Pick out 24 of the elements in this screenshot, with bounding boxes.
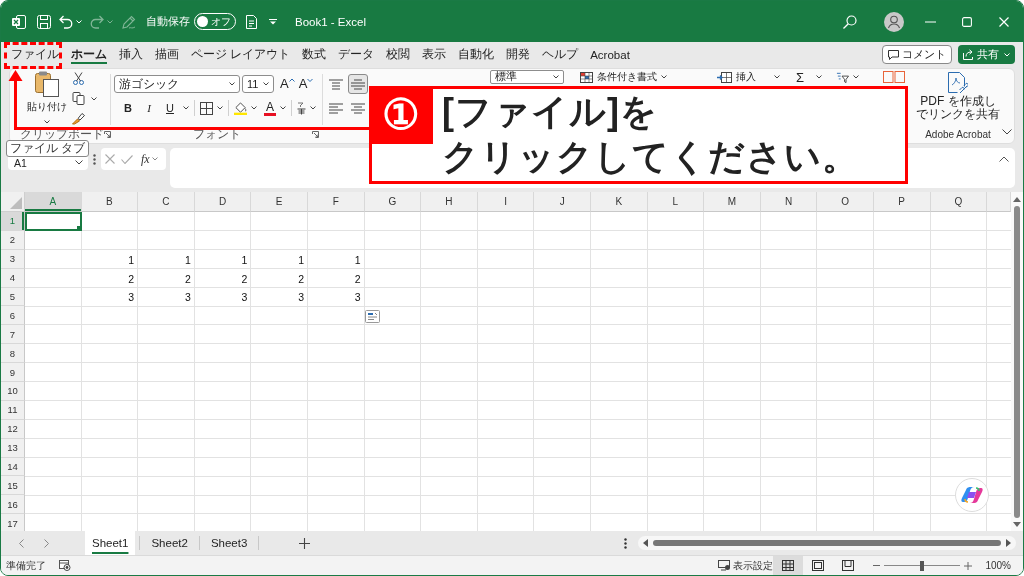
table-cell-text: 3: [240, 290, 249, 306]
table-cell-text: 3: [183, 290, 192, 306]
group-label: フォント: [192, 127, 241, 141]
callout-text: [ファイル]を クリックしてください。: [442, 90, 859, 179]
table-cell-text: 1: [240, 252, 249, 268]
status-text: 準備完了: [6, 558, 46, 573]
table-cell-text: 2: [127, 271, 136, 287]
tooltip: ファイル タブ: [6, 140, 90, 157]
step-number-badge: ①: [369, 86, 433, 144]
table-cell-text: 3: [127, 290, 136, 306]
group-label: Adobe Acrobat: [925, 128, 991, 141]
zoom-level-text: 100%: [985, 560, 1011, 571]
table-cell-text: 2: [353, 271, 362, 287]
table-cell-text: 1: [183, 252, 192, 268]
table-cell-text: 3: [353, 290, 362, 306]
table-cell-text: 1: [297, 252, 305, 268]
table-cell-text: 3: [297, 290, 305, 306]
table-cell-text: 1: [127, 252, 136, 268]
window-title: Book1 - Excel: [295, 15, 366, 28]
table-cell-text: 2: [183, 271, 192, 287]
autosave-label: 自動保存: [146, 14, 190, 29]
table-cell-text: 1: [353, 252, 362, 268]
table-cell-text: 2: [240, 271, 249, 287]
table-cell-text: 2: [297, 271, 305, 287]
